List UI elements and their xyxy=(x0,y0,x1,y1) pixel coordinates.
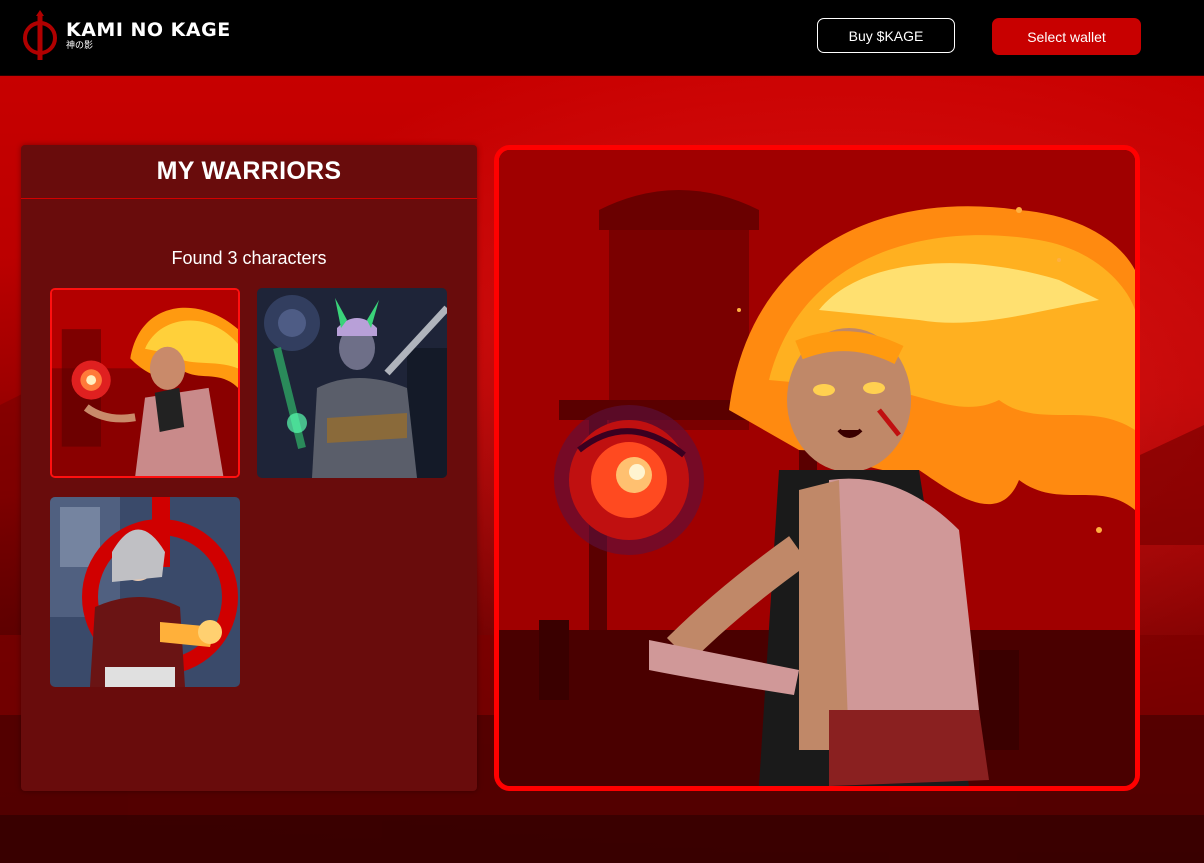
select-wallet-button[interactable]: Select wallet xyxy=(992,18,1141,55)
my-warriors-panel: MY WARRIORS Found 3 characters xyxy=(21,145,477,791)
horned-swordsman-portrait xyxy=(257,288,447,478)
fire-mage-large-art xyxy=(499,150,1135,786)
brand-logo[interactable]: KAMI NO KAGE 神の影 xyxy=(20,10,231,62)
brand-subtitle: 神の影 xyxy=(66,41,94,51)
brand-name: KAMI NO KAGE xyxy=(66,19,231,41)
silver-hair-fighter-portrait xyxy=(50,497,240,687)
kage-emblem-icon xyxy=(23,10,57,60)
panel-title: MY WARRIORS xyxy=(21,145,477,199)
fire-mage-portrait xyxy=(52,290,238,476)
buy-kage-button[interactable]: Buy $KAGE xyxy=(817,18,955,53)
characters-found-text: Found 3 characters xyxy=(171,248,327,268)
character-card-silver-hair-fighter[interactable] xyxy=(50,497,240,687)
selected-warrior-preview xyxy=(494,145,1140,791)
character-card-fire-mage[interactable] xyxy=(50,288,240,478)
top-nav-bar: KAMI NO KAGE 神の影 Buy $KAGE Select wallet xyxy=(0,0,1204,76)
character-card-horned-swordsman[interactable] xyxy=(257,288,447,478)
